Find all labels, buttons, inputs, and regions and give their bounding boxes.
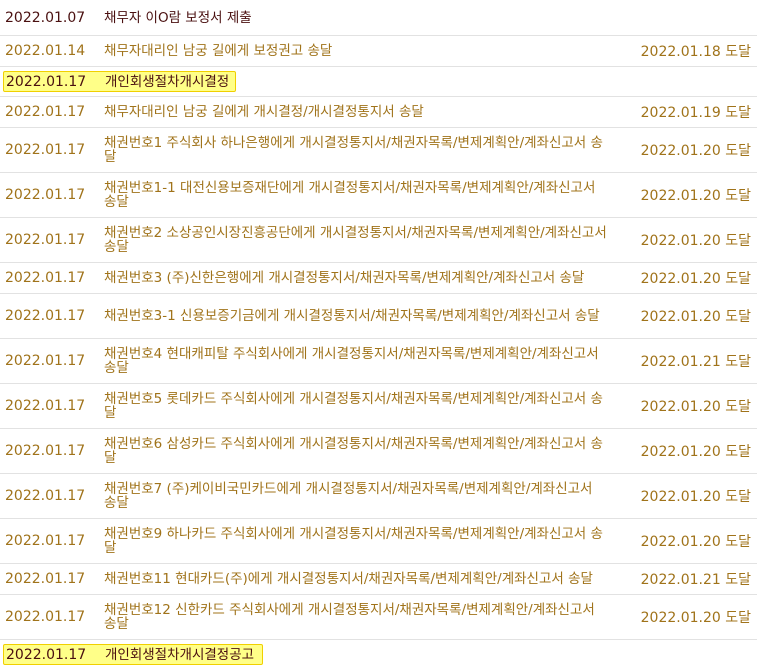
row-delivered: 2022.01.19 도달 [640, 105, 751, 121]
row-delivered: 2022.01.20 도달 [640, 271, 751, 287]
list-item: 2022.01.07 채무자 이O람 보정서 제출 [0, 0, 757, 36]
row-date: 2022.01.17 [5, 443, 86, 459]
case-progress-list: 2022.01.07 채무자 이O람 보정서 제출 2022.01.14 채무자… [0, 0, 757, 671]
row-delivered: 2022.01.18 도달 [640, 44, 751, 60]
row-delivered: 2022.01.20 도달 [640, 489, 751, 505]
row-text: 채권번호3-1 신용보증기금에게 개시결정통지서/채권자목록/변제계획안/계좌신… [104, 308, 600, 324]
row-date: 2022.01.17 [6, 73, 87, 90]
row-text: 채권번호4 현대캐피탈 주식회사에게 개시결정통지서/채권자목록/변제계획안/계… [104, 346, 599, 376]
list-item: 2022.01.17 채권번호2 소상공인시장진흥공단에게 개시결정통지서/채권… [0, 218, 757, 263]
row-date: 2022.01.17 [5, 609, 86, 625]
highlight-box: 2022.01.17 개인회생절차개시결정 [3, 71, 236, 92]
list-item: 2022.01.17 채권번호3 (주)신한은행에게 개시결정통지서/채권자목록… [0, 263, 757, 294]
row-date: 2022.01.07 [5, 9, 86, 26]
row-date: 2022.01.17 [5, 104, 86, 120]
row-text: 채권번호5 롯데카드 주식회사에게 개시결정통지서/채권자목록/변제계획안/계좌… [104, 391, 603, 421]
row-delivered: 2022.01.20 도달 [640, 309, 751, 325]
row-date: 2022.01.17 [5, 142, 86, 158]
row-date: 2022.01.14 [5, 43, 86, 59]
list-item: 2022.01.14 채무자대리인 남궁 길에게 보정권고 송달 2022.01… [0, 36, 757, 67]
row-text: 채무자대리인 남궁 길에게 보정권고 송달 [104, 43, 333, 59]
list-item: 2022.01.17 채권번호3-1 신용보증기금에게 개시결정통지서/채권자목… [0, 294, 757, 339]
row-date: 2022.01.17 [5, 232, 86, 248]
row-text: 채권번호9 하나카드 주식회사에게 개시결정통지서/채권자목록/변제계획안/계좌… [104, 526, 603, 556]
row-text: 채권번호1-1 대전신용보증재단에게 개시결정통지서/채권자목록/변제계획안/계… [104, 180, 596, 210]
row-date: 2022.01.17 [5, 488, 86, 504]
row-date: 2022.01.17 [5, 353, 86, 369]
list-item: 2022.01.17 채무자대리인 남궁 길에게 개시결정/개시결정통지서 송달… [0, 97, 757, 128]
list-item-highlighted: 2022.01.17 개인회생절차개시결정 [0, 67, 757, 97]
row-text: 채권번호6 삼성카드 주식회사에게 개시결정통지서/채권자목록/변제계획안/계좌… [104, 436, 603, 466]
list-item-highlighted: 2022.01.17 개인회생절차개시결정공고 [0, 640, 757, 671]
row-text: 채무자대리인 남궁 길에게 개시결정/개시결정통지서 송달 [104, 104, 424, 120]
list-item: 2022.01.17 채권번호11 현대카드(주)에게 개시결정통지서/채권자목… [0, 564, 757, 595]
list-item: 2022.01.17 채권번호6 삼성카드 주식회사에게 개시결정통지서/채권자… [0, 429, 757, 474]
row-date: 2022.01.17 [5, 398, 86, 414]
row-delivered: 2022.01.20 도달 [640, 233, 751, 249]
highlight-box: 2022.01.17 개인회생절차개시결정공고 [3, 644, 263, 665]
row-date: 2022.01.17 [5, 533, 86, 549]
row-date: 2022.01.17 [5, 270, 86, 286]
row-text: 개인회생절차개시결정공고 [105, 646, 255, 663]
row-text: 채권번호11 현대카드(주)에게 개시결정통지서/채권자목록/변제계획안/계좌신… [104, 571, 593, 587]
row-date: 2022.01.17 [6, 646, 87, 663]
row-delivered: 2022.01.20 도달 [640, 610, 751, 626]
row-date: 2022.01.17 [5, 308, 86, 324]
row-text: 채권번호7 (주)케이비국민카드에게 개시결정통지서/채권자목록/변제계획안/계… [104, 481, 593, 511]
row-delivered: 2022.01.21 도달 [640, 572, 751, 588]
row-date: 2022.01.17 [5, 571, 86, 587]
row-text: 채권번호2 소상공인시장진흥공단에게 개시결정통지서/채권자목록/변제계획안/계… [104, 225, 607, 255]
row-delivered: 2022.01.20 도달 [640, 143, 751, 159]
list-item: 2022.01.17 채권번호1 주식회사 하나은행에게 개시결정통지서/채권자… [0, 128, 757, 173]
row-delivered: 2022.01.20 도달 [640, 444, 751, 460]
list-item: 2022.01.17 채권번호4 현대캐피탈 주식회사에게 개시결정통지서/채권… [0, 339, 757, 384]
row-delivered: 2022.01.20 도달 [640, 188, 751, 204]
row-text: 채권번호12 신한카드 주식회사에게 개시결정통지서/채권자목록/변제계획안/계… [104, 602, 595, 632]
list-item: 2022.01.17 채권번호9 하나카드 주식회사에게 개시결정통지서/채권자… [0, 519, 757, 564]
row-text: 개인회생절차개시결정 [105, 73, 230, 90]
row-date: 2022.01.17 [5, 187, 86, 203]
row-text: 채무자 이O람 보정서 제출 [104, 9, 252, 26]
row-text: 채권번호1 주식회사 하나은행에게 개시결정통지서/채권자목록/변제계획안/계좌… [104, 135, 603, 165]
list-item: 2022.01.17 채권번호12 신한카드 주식회사에게 개시결정통지서/채권… [0, 595, 757, 640]
row-delivered: 2022.01.20 도달 [640, 534, 751, 550]
list-item: 2022.01.17 채권번호5 롯데카드 주식회사에게 개시결정통지서/채권자… [0, 384, 757, 429]
row-text: 채권번호3 (주)신한은행에게 개시결정통지서/채권자목록/변제계획안/계좌신고… [104, 270, 585, 286]
list-item: 2022.01.17 채권번호7 (주)케이비국민카드에게 개시결정통지서/채권… [0, 474, 757, 519]
list-item: 2022.01.17 채권번호1-1 대전신용보증재단에게 개시결정통지서/채권… [0, 173, 757, 218]
row-delivered: 2022.01.20 도달 [640, 399, 751, 415]
row-delivered: 2022.01.21 도달 [640, 354, 751, 370]
